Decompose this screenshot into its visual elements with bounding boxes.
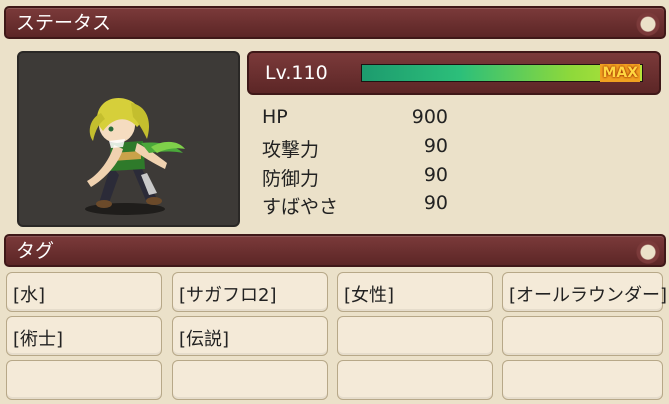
stat-name: すばやさ	[262, 196, 339, 218]
tags-header: タグ	[4, 234, 666, 267]
tag-label: [女性]	[344, 285, 395, 306]
tag-label: [伝説]	[179, 329, 230, 350]
stat-row-defense: 防御力 90	[262, 164, 462, 192]
stat-name: 攻撃力	[262, 139, 320, 161]
tag-slot[interactable]: [水]	[6, 272, 162, 312]
stat-row-speed: すばやさ 90	[262, 192, 462, 220]
stat-value: 90	[423, 164, 448, 186]
tag-label: [オールラウンダー]	[509, 285, 668, 306]
stat-value: 90	[423, 135, 448, 157]
character-sprite	[85, 97, 185, 215]
tag-slot[interactable]	[172, 360, 328, 400]
tag-label: [術士]	[13, 329, 64, 350]
tag-slot[interactable]: [サガフロ2]	[172, 272, 328, 312]
level-label: Lv.110	[265, 62, 328, 84]
exp-gauge: MAX	[361, 64, 643, 82]
tag-slot[interactable]	[502, 316, 663, 356]
tag-label: [水]	[13, 285, 46, 306]
stat-name: HP	[262, 106, 288, 128]
stat-value: 90	[423, 192, 448, 214]
level-panel: Lv.110 MAX	[247, 51, 661, 95]
stat-row-attack: 攻撃力 90	[262, 135, 462, 163]
tag-slot[interactable]	[337, 360, 493, 400]
corner-scroll-ornament	[636, 6, 666, 39]
corner-scroll-ornament	[636, 234, 666, 267]
status-header: ステータス	[4, 6, 666, 39]
stat-row-hp: HP 900	[262, 106, 462, 134]
tag-slot[interactable]: [術士]	[6, 316, 162, 356]
tag-slot[interactable]	[502, 360, 663, 400]
tag-slot[interactable]	[6, 360, 162, 400]
tag-slot[interactable]: [女性]	[337, 272, 493, 312]
tag-slot[interactable]: [オールラウンダー]	[502, 272, 667, 312]
tag-label: [サガフロ2]	[179, 285, 277, 306]
tags-title: タグ	[16, 240, 55, 262]
stat-value: 900	[411, 106, 448, 128]
max-badge: MAX	[600, 64, 640, 82]
stat-name: 防御力	[262, 168, 320, 190]
tag-slot[interactable]: [伝説]	[172, 316, 328, 356]
character-portrait	[17, 51, 240, 227]
status-title: ステータス	[16, 12, 112, 34]
tag-slot[interactable]	[337, 316, 493, 356]
